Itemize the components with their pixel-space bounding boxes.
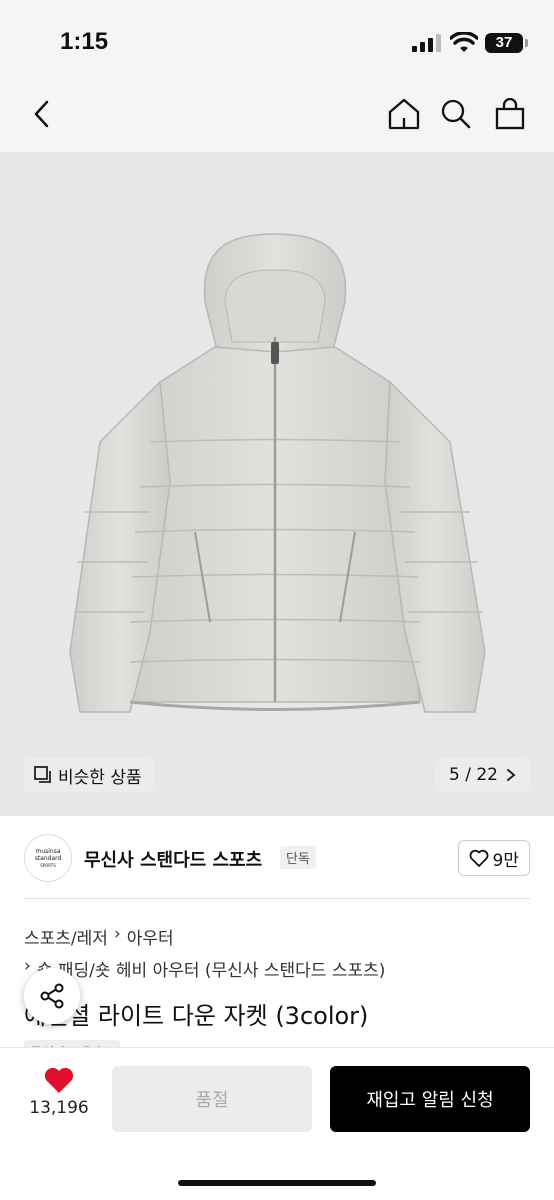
image-counter-text: 5 / 22 xyxy=(449,765,498,785)
search-button[interactable] xyxy=(436,94,476,134)
similar-products-label: 비슷한 상품 xyxy=(58,767,142,788)
battery-tip xyxy=(525,39,528,47)
exclusive-badge: 단독 xyxy=(280,846,316,869)
chevron-right-icon xyxy=(507,769,516,781)
home-icon xyxy=(388,98,420,130)
chevron-right-icon: › xyxy=(113,924,121,944)
brand-logo-line: SPORTS xyxy=(40,862,56,868)
share-icon xyxy=(40,983,64,1009)
back-button[interactable] xyxy=(22,94,62,134)
home-indicator xyxy=(178,1180,376,1186)
heart-filled-icon xyxy=(44,1067,74,1093)
image-counter-button[interactable]: 5 / 22 xyxy=(435,758,530,792)
top-nav-bar xyxy=(0,80,554,152)
similar-items-icon xyxy=(34,766,51,783)
product-photo xyxy=(69,233,486,713)
share-button[interactable] xyxy=(24,968,80,1024)
wifi-icon xyxy=(450,32,478,52)
brand-logo-line: standard xyxy=(34,854,62,862)
brand-name-link[interactable]: 무신사 스탠다드 스포츠 xyxy=(84,846,262,872)
soldout-button[interactable]: 품절 xyxy=(112,1066,312,1132)
product-like-button[interactable]: 13,196 xyxy=(24,1066,94,1118)
cellular-signal-icon xyxy=(412,34,441,52)
product-image-carousel[interactable]: 비슷한 상품 5 / 22 xyxy=(0,152,554,816)
breadcrumb-category[interactable]: 스포츠/레저 xyxy=(24,924,108,949)
heart-outline-icon xyxy=(469,849,488,867)
home-button[interactable] xyxy=(384,94,424,134)
brand-like-count: 9만 xyxy=(492,850,519,871)
similar-products-button[interactable]: 비슷한 상품 xyxy=(24,758,154,792)
battery-indicator: 37 xyxy=(485,33,523,53)
status-time: 1:15 xyxy=(60,28,109,55)
cart-button[interactable] xyxy=(490,94,530,134)
breadcrumb-item[interactable]: 숏 패딩/숏 헤비 아우터 (무신사 스탠다드 스포츠) xyxy=(37,956,386,981)
brand-logo-line: musinsa xyxy=(35,847,61,855)
brand-logo[interactable]: musinsa standard SPORTS xyxy=(24,834,72,882)
bottom-action-bar: 13,196 품절 재입고 알림 신청 xyxy=(0,1048,554,1200)
product-like-count: 13,196 xyxy=(29,1098,89,1118)
breadcrumb: 스포츠/레저 › 아우터 xyxy=(24,924,174,949)
brand-like-button[interactable]: 9만 xyxy=(457,840,530,876)
chevron-left-icon xyxy=(34,100,49,128)
breadcrumb-detail: › 숏 패딩/숏 헤비 아우터 (무신사 스탠다드 스포츠) xyxy=(24,956,385,981)
status-bar: 1:15 37 xyxy=(0,0,554,80)
shopping-bag-icon xyxy=(495,98,525,130)
search-icon xyxy=(441,99,471,129)
brand-row: musinsa standard SPORTS 무신사 스탠다드 스포츠 단독 … xyxy=(0,826,554,890)
restock-alert-button[interactable]: 재입고 알림 신청 xyxy=(330,1066,530,1132)
breadcrumb-subcategory[interactable]: 아우터 xyxy=(127,924,174,949)
section-divider xyxy=(24,898,530,899)
